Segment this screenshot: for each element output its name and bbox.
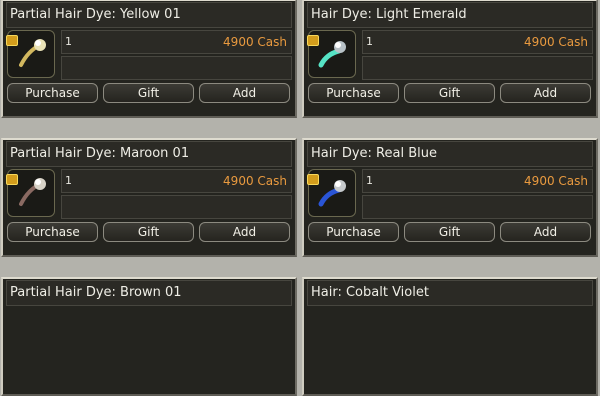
gift-button[interactable]: Gift bbox=[404, 83, 495, 103]
item-card: Partial Hair Dye: Maroon 01 1 4900 Cash … bbox=[1, 138, 297, 257]
item-detail-row bbox=[362, 56, 593, 80]
item-title: Hair Dye: Real Blue bbox=[307, 141, 593, 167]
gift-box-icon bbox=[6, 174, 18, 185]
item-card: Hair Dye: Real Blue 1 4900 Cash Purchase… bbox=[302, 138, 598, 257]
item-quantity: 1 bbox=[65, 35, 72, 48]
item-card: Hair: Cobalt Violet bbox=[302, 277, 598, 396]
item-price: 4900 Cash bbox=[524, 174, 588, 188]
item-info-row: 1 4900 Cash bbox=[362, 30, 593, 54]
item-card: Partial Hair Dye: Yellow 01 1 4900 Cash … bbox=[1, 0, 297, 118]
item-title: Partial Hair Dye: Brown 01 bbox=[6, 280, 292, 306]
item-card: Hair Dye: Light Emerald 1 4900 Cash Purc… bbox=[302, 0, 598, 118]
item-detail-row bbox=[362, 195, 593, 219]
add-button[interactable]: Add bbox=[199, 83, 290, 103]
item-detail-row bbox=[61, 195, 292, 219]
item-card: Partial Hair Dye: Brown 01 bbox=[1, 277, 297, 396]
item-info-row: 1 4900 Cash bbox=[61, 169, 292, 193]
add-button[interactable]: Add bbox=[500, 83, 591, 103]
item-quantity: 1 bbox=[65, 174, 72, 187]
purchase-button[interactable]: Purchase bbox=[7, 83, 98, 103]
purchase-button[interactable]: Purchase bbox=[308, 83, 399, 103]
add-button[interactable]: Add bbox=[500, 222, 591, 242]
item-detail-row bbox=[61, 56, 292, 80]
item-title: Hair: Cobalt Violet bbox=[307, 280, 593, 306]
item-info-row: 1 4900 Cash bbox=[61, 30, 292, 54]
gift-button[interactable]: Gift bbox=[103, 83, 194, 103]
item-title: Partial Hair Dye: Yellow 01 bbox=[6, 2, 292, 28]
gift-box-icon bbox=[6, 35, 18, 46]
gift-box-icon bbox=[307, 174, 319, 185]
add-button[interactable]: Add bbox=[199, 222, 290, 242]
item-price: 4900 Cash bbox=[223, 35, 287, 49]
item-title: Hair Dye: Light Emerald bbox=[307, 2, 593, 28]
purchase-button[interactable]: Purchase bbox=[308, 222, 399, 242]
gift-box-icon bbox=[307, 35, 319, 46]
item-price: 4900 Cash bbox=[524, 35, 588, 49]
item-quantity: 1 bbox=[366, 174, 373, 187]
item-quantity: 1 bbox=[366, 35, 373, 48]
item-price: 4900 Cash bbox=[223, 174, 287, 188]
gift-button[interactable]: Gift bbox=[404, 222, 495, 242]
item-title: Partial Hair Dye: Maroon 01 bbox=[6, 141, 292, 167]
gift-button[interactable]: Gift bbox=[103, 222, 194, 242]
item-info-row: 1 4900 Cash bbox=[362, 169, 593, 193]
purchase-button[interactable]: Purchase bbox=[7, 222, 98, 242]
